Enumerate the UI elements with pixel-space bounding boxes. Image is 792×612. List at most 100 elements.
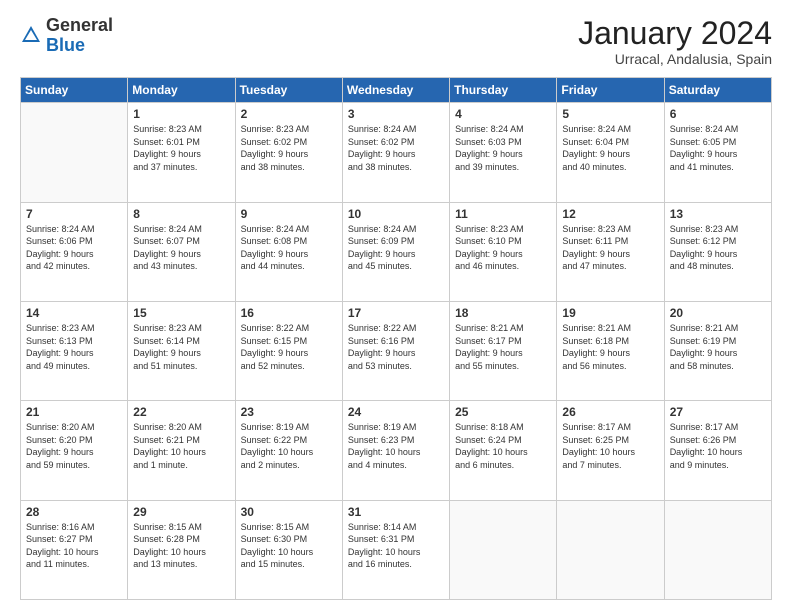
calendar-cell [664, 500, 771, 599]
day-info: Sunrise: 8:23 AM Sunset: 6:14 PM Dayligh… [133, 322, 229, 372]
calendar-cell: 4Sunrise: 8:24 AM Sunset: 6:03 PM Daylig… [450, 103, 557, 202]
calendar-cell: 9Sunrise: 8:24 AM Sunset: 6:08 PM Daylig… [235, 202, 342, 301]
calendar-cell: 10 Sunrise: 8:24 AM Sunset: 6:09 PM Dayli… [342, 202, 449, 301]
header-row: Sunday Monday Tuesday Wednesday Thursday… [21, 78, 772, 103]
calendar-cell: 7 Sunrise: 8:24 AM Sunset: 6:06 PM Daylig… [21, 202, 128, 301]
calendar-cell: 29 Sunrise: 8:15 AM Sunset: 6:28 PM Dayli… [128, 500, 235, 599]
day-info: Sunrise: 8:14 AM Sunset: 6:31 PM Dayligh… [348, 521, 444, 571]
calendar-cell: 2 Sunrise: 8:23 AM Sunset: 6:02 PM Daylig… [235, 103, 342, 202]
day-number: 18 [455, 306, 551, 320]
day-info: Sunrise: 8:23 AM Sunset: 6:12 PM Dayligh… [670, 223, 766, 273]
day-info: Sunrise: 8:21 AM Sunset: 6:17 PM Dayligh… [455, 322, 551, 372]
calendar-cell: 14 Sunrise: 8:23 AM Sunset: 6:13 PM Dayli… [21, 301, 128, 400]
day-number: 25 [455, 405, 551, 419]
col-sunday: Sunday [21, 78, 128, 103]
day-info: Sunrise: 8:24 AM Sunset: 6:02 PM Dayligh… [348, 123, 444, 173]
day-info: Sunrise: 8:24 AM Sunset: 6:04 PM Dayligh… [562, 123, 658, 173]
day-info: Sunrise: 8:23 AM Sunset: 6:11 PM Dayligh… [562, 223, 658, 273]
day-info: Sunrise: 8:15 AM Sunset: 6:28 PM Dayligh… [133, 521, 229, 571]
day-info: Sunrise: 8:15 AM Sunset: 6:30 PM Dayligh… [241, 521, 337, 571]
calendar-week-1: 7 Sunrise: 8:24 AM Sunset: 6:06 PM Daylig… [21, 202, 772, 301]
calendar-cell: 15 Sunrise: 8:23 AM Sunset: 6:14 PM Dayli… [128, 301, 235, 400]
day-info: Sunrise: 8:23 AM Sunset: 6:01 PM Dayligh… [133, 123, 229, 173]
calendar-cell: 23Sunrise: 8:19 AM Sunset: 6:22 PM Dayli… [235, 401, 342, 500]
col-friday: Friday [557, 78, 664, 103]
logo-general: General [46, 16, 113, 36]
calendar-cell: 22 Sunrise: 8:20 AM Sunset: 6:21 PM Dayli… [128, 401, 235, 500]
day-number: 11 [455, 207, 551, 221]
day-info: Sunrise: 8:16 AM Sunset: 6:27 PM Dayligh… [26, 521, 122, 571]
day-number: 10 [348, 207, 444, 221]
day-number: 20 [670, 306, 766, 320]
day-number: 9 [241, 207, 337, 221]
calendar-cell: 18 Sunrise: 8:21 AM Sunset: 6:17 PM Dayli… [450, 301, 557, 400]
day-info: Sunrise: 8:23 AM Sunset: 6:13 PM Dayligh… [26, 322, 122, 372]
day-number: 2 [241, 107, 337, 121]
location: Urracal, Andalusia, Spain [578, 51, 772, 67]
calendar-week-4: 28Sunrise: 8:16 AM Sunset: 6:27 PM Dayli… [21, 500, 772, 599]
day-info: Sunrise: 8:24 AM Sunset: 6:09 PM Dayligh… [348, 223, 444, 273]
day-number: 17 [348, 306, 444, 320]
day-number: 26 [562, 405, 658, 419]
calendar-cell: 13Sunrise: 8:23 AM Sunset: 6:12 PM Dayli… [664, 202, 771, 301]
day-number: 22 [133, 405, 229, 419]
calendar-cell: 5 Sunrise: 8:24 AM Sunset: 6:04 PM Daylig… [557, 103, 664, 202]
day-number: 19 [562, 306, 658, 320]
calendar-cell: 1Sunrise: 8:23 AM Sunset: 6:01 PM Daylig… [128, 103, 235, 202]
calendar-cell: 30 Sunrise: 8:15 AM Sunset: 6:30 PM Dayli… [235, 500, 342, 599]
day-info: Sunrise: 8:17 AM Sunset: 6:25 PM Dayligh… [562, 421, 658, 471]
day-number: 31 [348, 505, 444, 519]
col-wednesday: Wednesday [342, 78, 449, 103]
day-number: 21 [26, 405, 122, 419]
day-number: 29 [133, 505, 229, 519]
day-number: 16 [241, 306, 337, 320]
calendar-cell: 20Sunrise: 8:21 AM Sunset: 6:19 PM Dayli… [664, 301, 771, 400]
calendar-cell: 3 Sunrise: 8:24 AM Sunset: 6:02 PM Daylig… [342, 103, 449, 202]
day-number: 3 [348, 107, 444, 121]
day-info: Sunrise: 8:24 AM Sunset: 6:05 PM Dayligh… [670, 123, 766, 173]
day-info: Sunrise: 8:24 AM Sunset: 6:07 PM Dayligh… [133, 223, 229, 273]
day-info: Sunrise: 8:24 AM Sunset: 6:03 PM Dayligh… [455, 123, 551, 173]
day-info: Sunrise: 8:20 AM Sunset: 6:20 PM Dayligh… [26, 421, 122, 471]
day-info: Sunrise: 8:17 AM Sunset: 6:26 PM Dayligh… [670, 421, 766, 471]
col-saturday: Saturday [664, 78, 771, 103]
day-number: 7 [26, 207, 122, 221]
calendar-header: Sunday Monday Tuesday Wednesday Thursday… [21, 78, 772, 103]
logo-icon [20, 24, 42, 46]
day-info: Sunrise: 8:24 AM Sunset: 6:06 PM Dayligh… [26, 223, 122, 273]
calendar-cell: 26 Sunrise: 8:17 AM Sunset: 6:25 PM Dayli… [557, 401, 664, 500]
calendar-cell: 24 Sunrise: 8:19 AM Sunset: 6:23 PM Dayli… [342, 401, 449, 500]
col-tuesday: Tuesday [235, 78, 342, 103]
day-number: 8 [133, 207, 229, 221]
day-info: Sunrise: 8:19 AM Sunset: 6:23 PM Dayligh… [348, 421, 444, 471]
page: General Blue January 2024 Urracal, Andal… [0, 0, 792, 612]
day-number: 27 [670, 405, 766, 419]
calendar-cell: 31 Sunrise: 8:14 AM Sunset: 6:31 PM Dayli… [342, 500, 449, 599]
calendar-week-2: 14 Sunrise: 8:23 AM Sunset: 6:13 PM Dayli… [21, 301, 772, 400]
day-number: 5 [562, 107, 658, 121]
calendar-cell [450, 500, 557, 599]
calendar-cell: 16 Sunrise: 8:22 AM Sunset: 6:15 PM Dayli… [235, 301, 342, 400]
col-monday: Monday [128, 78, 235, 103]
day-number: 14 [26, 306, 122, 320]
day-info: Sunrise: 8:18 AM Sunset: 6:24 PM Dayligh… [455, 421, 551, 471]
day-info: Sunrise: 8:21 AM Sunset: 6:18 PM Dayligh… [562, 322, 658, 372]
calendar-table: Sunday Monday Tuesday Wednesday Thursday… [20, 77, 772, 600]
day-info: Sunrise: 8:23 AM Sunset: 6:10 PM Dayligh… [455, 223, 551, 273]
title-block: January 2024 Urracal, Andalusia, Spain [578, 16, 772, 67]
header: General Blue January 2024 Urracal, Andal… [20, 16, 772, 67]
day-number: 23 [241, 405, 337, 419]
calendar-cell: 19 Sunrise: 8:21 AM Sunset: 6:18 PM Dayli… [557, 301, 664, 400]
day-info: Sunrise: 8:22 AM Sunset: 6:15 PM Dayligh… [241, 322, 337, 372]
calendar-cell: 21 Sunrise: 8:20 AM Sunset: 6:20 PM Dayli… [21, 401, 128, 500]
day-number: 30 [241, 505, 337, 519]
calendar-cell [21, 103, 128, 202]
calendar-cell: 17Sunrise: 8:22 AM Sunset: 6:16 PM Dayli… [342, 301, 449, 400]
day-number: 15 [133, 306, 229, 320]
day-number: 24 [348, 405, 444, 419]
calendar-cell: 11 Sunrise: 8:23 AM Sunset: 6:10 PM Dayli… [450, 202, 557, 301]
day-info: Sunrise: 8:23 AM Sunset: 6:02 PM Dayligh… [241, 123, 337, 173]
day-info: Sunrise: 8:20 AM Sunset: 6:21 PM Dayligh… [133, 421, 229, 471]
day-number: 12 [562, 207, 658, 221]
calendar-cell [557, 500, 664, 599]
